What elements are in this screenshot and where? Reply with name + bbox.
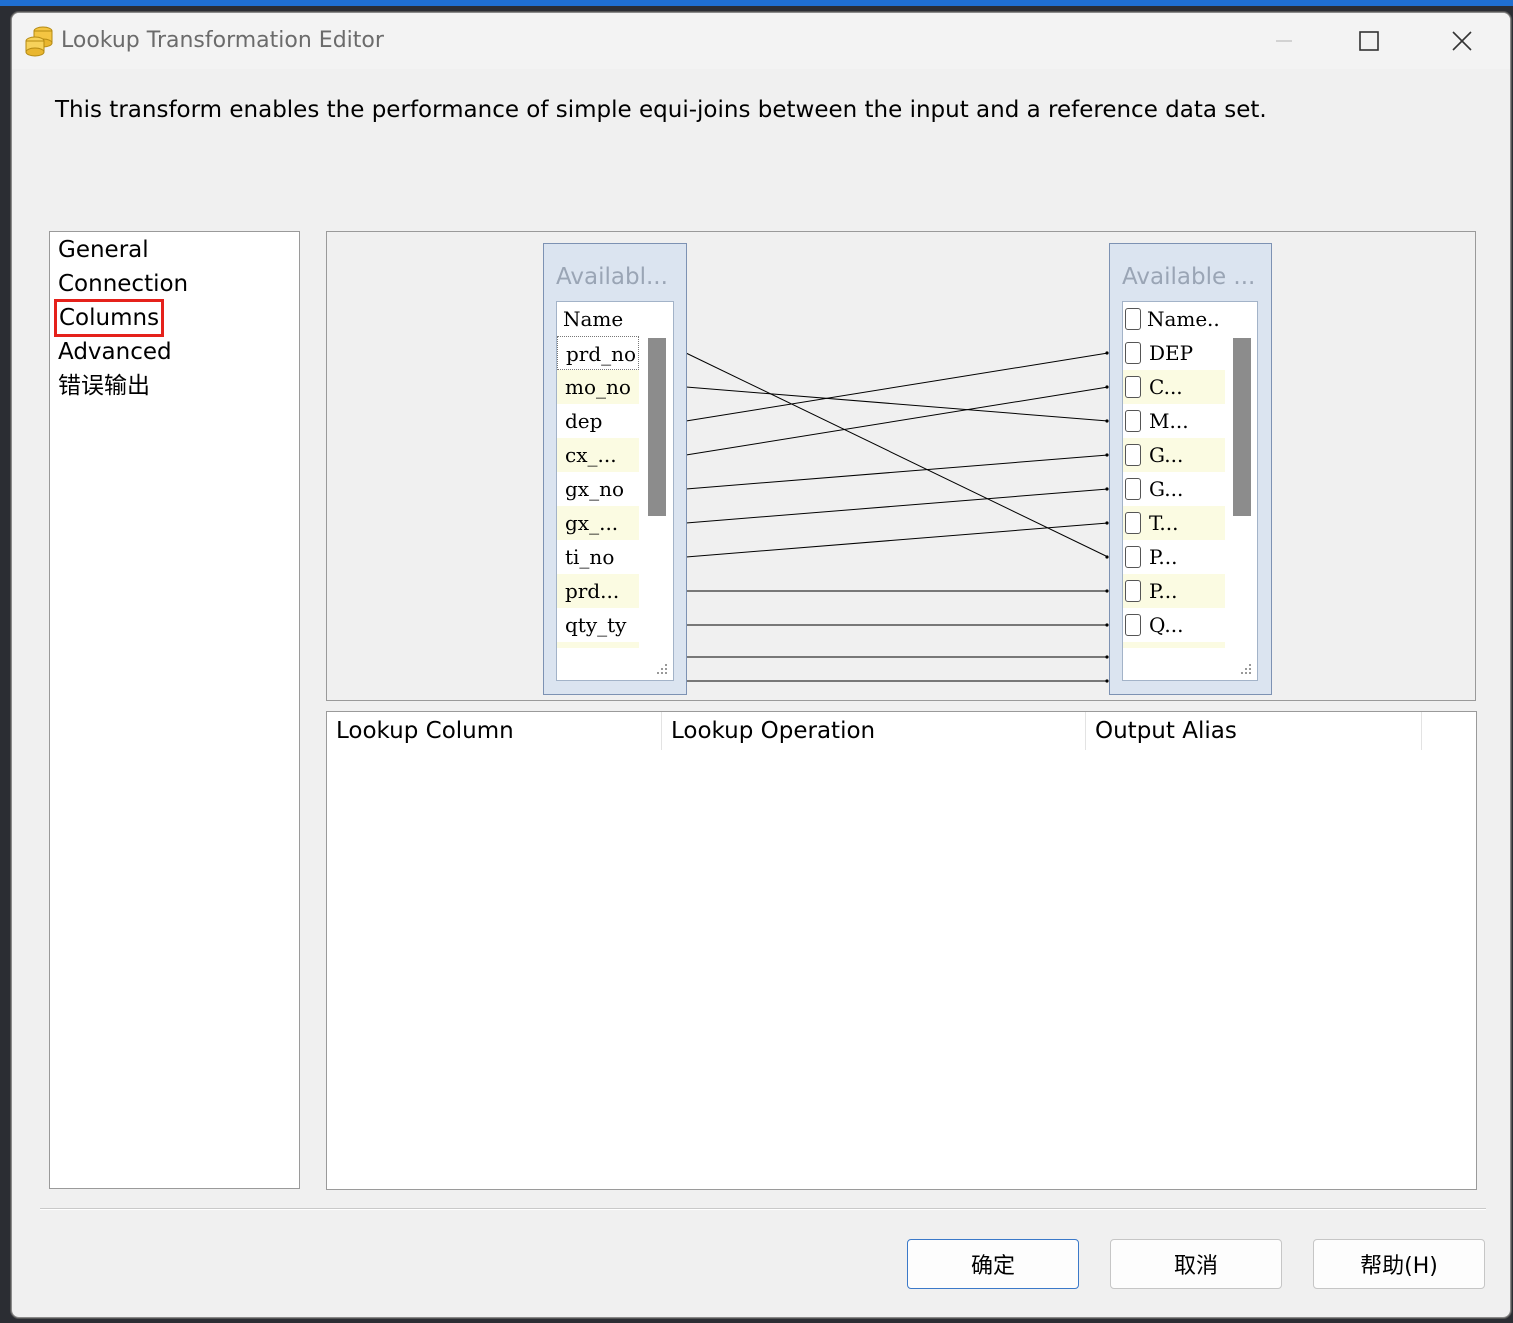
lookup-column-checkbox[interactable] bbox=[1125, 512, 1141, 534]
lookup-column-label: T... bbox=[1149, 511, 1179, 535]
lookup-transformation-editor-dialog: Lookup Transformation Editor This transf… bbox=[11, 12, 1511, 1318]
lookup-column-label: DEP bbox=[1149, 341, 1194, 365]
input-list-scrollbar[interactable] bbox=[648, 338, 666, 516]
nav-item-general[interactable]: General bbox=[56, 234, 151, 266]
input-column-item[interactable]: gx_no bbox=[557, 472, 639, 506]
lookup-column-checkbox[interactable] bbox=[1125, 376, 1141, 398]
lookup-header-name: Name bbox=[1147, 307, 1208, 331]
input-column-item[interactable]: prd_no bbox=[557, 336, 639, 370]
mapping-link-line[interactable] bbox=[685, 352, 1109, 558]
input-column-item[interactable]: cx_... bbox=[557, 438, 639, 472]
column-mapping-area[interactable]: Availabl... Name prd_no mo_no dep cx_...… bbox=[326, 231, 1476, 701]
lookup-column-checkbox[interactable] bbox=[1125, 546, 1141, 568]
mapping-links bbox=[685, 351, 1109, 683]
lookup-list-header: Name .. bbox=[1123, 302, 1225, 336]
page-navigation-list: General Connection Columns Advanced 错误输出 bbox=[49, 231, 300, 1189]
nav-item-columns[interactable]: Columns bbox=[53, 299, 165, 337]
lookup-column-checkbox[interactable] bbox=[1125, 580, 1141, 602]
input-list-header: Name bbox=[563, 307, 624, 331]
mapping-link-line[interactable] bbox=[685, 454, 1109, 490]
minimize-button[interactable] bbox=[1264, 23, 1304, 59]
input-column-item[interactable]: ti_no bbox=[557, 540, 639, 574]
select-all-checkbox[interactable] bbox=[1125, 308, 1141, 330]
lookup-box-title: Available ... bbox=[1122, 264, 1256, 290]
lookup-column-item[interactable]: Q... bbox=[1123, 608, 1225, 642]
minimize-icon bbox=[1276, 40, 1292, 42]
lookup-column-label: M... bbox=[1149, 409, 1189, 433]
lookup-header-extra: .. bbox=[1207, 307, 1220, 331]
lookup-column-item[interactable]: DEP bbox=[1123, 336, 1225, 370]
lookup-list-scrollbar[interactable] bbox=[1233, 338, 1251, 516]
mapping-link-line[interactable] bbox=[685, 522, 1109, 558]
lookup-column-item[interactable]: C... bbox=[1123, 370, 1225, 404]
lookup-column-checkbox[interactable] bbox=[1125, 342, 1141, 364]
footer-separator bbox=[40, 1208, 1486, 1210]
lookup-column-item[interactable]: G... bbox=[1123, 472, 1225, 506]
lookup-columns-grid[interactable]: Lookup Column Lookup Operation Output Al… bbox=[326, 711, 1477, 1190]
lookup-column-checkbox[interactable] bbox=[1125, 614, 1141, 636]
input-column-item[interactable]: prd... bbox=[557, 574, 639, 608]
input-column-item[interactable]: dep bbox=[557, 404, 639, 438]
lookup-column-label: P... bbox=[1149, 545, 1178, 569]
lookup-column-item-partial bbox=[1123, 642, 1225, 648]
mapping-link-line[interactable] bbox=[685, 386, 1109, 422]
grid-header-lookup-operation[interactable]: Lookup Operation bbox=[662, 712, 1086, 750]
lookup-column-item[interactable]: M... bbox=[1123, 404, 1225, 438]
lookup-column-item[interactable]: T... bbox=[1123, 506, 1225, 540]
lookup-column-item[interactable]: G... bbox=[1123, 438, 1225, 472]
nav-item-error-output[interactable]: 错误输出 bbox=[56, 370, 152, 402]
close-button[interactable] bbox=[1442, 23, 1482, 59]
available-lookup-columns-box[interactable]: Available ... Name .. DEP C... M... G...… bbox=[1109, 243, 1272, 695]
resize-grip-icon[interactable] bbox=[1239, 662, 1253, 676]
database-cylinders-icon bbox=[25, 26, 53, 57]
lookup-columns-list[interactable]: Name .. DEP C... M... G... G... T... P..… bbox=[1122, 301, 1258, 681]
mapping-link-line[interactable] bbox=[685, 352, 1109, 422]
lookup-column-item[interactable]: P... bbox=[1123, 540, 1225, 574]
grid-header-output-alias[interactable]: Output Alias bbox=[1086, 712, 1422, 750]
input-column-item[interactable]: gx_... bbox=[557, 506, 639, 540]
grid-header-lookup-column[interactable]: Lookup Column bbox=[327, 712, 662, 750]
input-column-item-partial bbox=[557, 642, 639, 648]
nav-item-advanced[interactable]: Advanced bbox=[56, 336, 174, 368]
lookup-column-label: Q... bbox=[1149, 613, 1184, 637]
mapping-link-line[interactable] bbox=[685, 488, 1109, 524]
input-columns-list[interactable]: Name prd_no mo_no dep cx_... gx_no gx_..… bbox=[556, 301, 674, 681]
lookup-column-label: G... bbox=[1149, 477, 1184, 501]
lookup-column-item[interactable]: P... bbox=[1123, 574, 1225, 608]
lookup-column-checkbox[interactable] bbox=[1125, 478, 1141, 500]
cancel-button[interactable]: 取消 bbox=[1110, 1239, 1282, 1289]
dialog-description: This transform enables the performance o… bbox=[55, 97, 1267, 123]
available-input-columns-box[interactable]: Availabl... Name prd_no mo_no dep cx_...… bbox=[543, 243, 687, 695]
lookup-column-label: P... bbox=[1149, 579, 1178, 603]
mapping-link-line[interactable] bbox=[685, 386, 1109, 456]
background-taskbar-strip bbox=[0, 0, 1513, 6]
maximize-icon bbox=[1359, 31, 1379, 51]
lookup-column-checkbox[interactable] bbox=[1125, 410, 1141, 432]
maximize-button[interactable] bbox=[1349, 23, 1389, 59]
nav-item-connection[interactable]: Connection bbox=[56, 268, 190, 300]
lookup-column-label: G... bbox=[1149, 443, 1184, 467]
window-title: Lookup Transformation Editor bbox=[61, 28, 384, 53]
lookup-column-checkbox[interactable] bbox=[1125, 444, 1141, 466]
input-box-title: Availabl... bbox=[556, 264, 668, 290]
ok-button[interactable]: 确定 bbox=[907, 1239, 1079, 1289]
close-icon bbox=[1452, 31, 1472, 51]
input-column-item[interactable]: qty_ty bbox=[557, 608, 639, 642]
title-bar[interactable]: Lookup Transformation Editor bbox=[12, 13, 1510, 69]
help-button[interactable]: 帮助(H) bbox=[1313, 1239, 1485, 1289]
resize-grip-icon[interactable] bbox=[655, 662, 669, 676]
lookup-column-label: C... bbox=[1149, 375, 1183, 399]
input-column-item[interactable]: mo_no bbox=[557, 370, 639, 404]
